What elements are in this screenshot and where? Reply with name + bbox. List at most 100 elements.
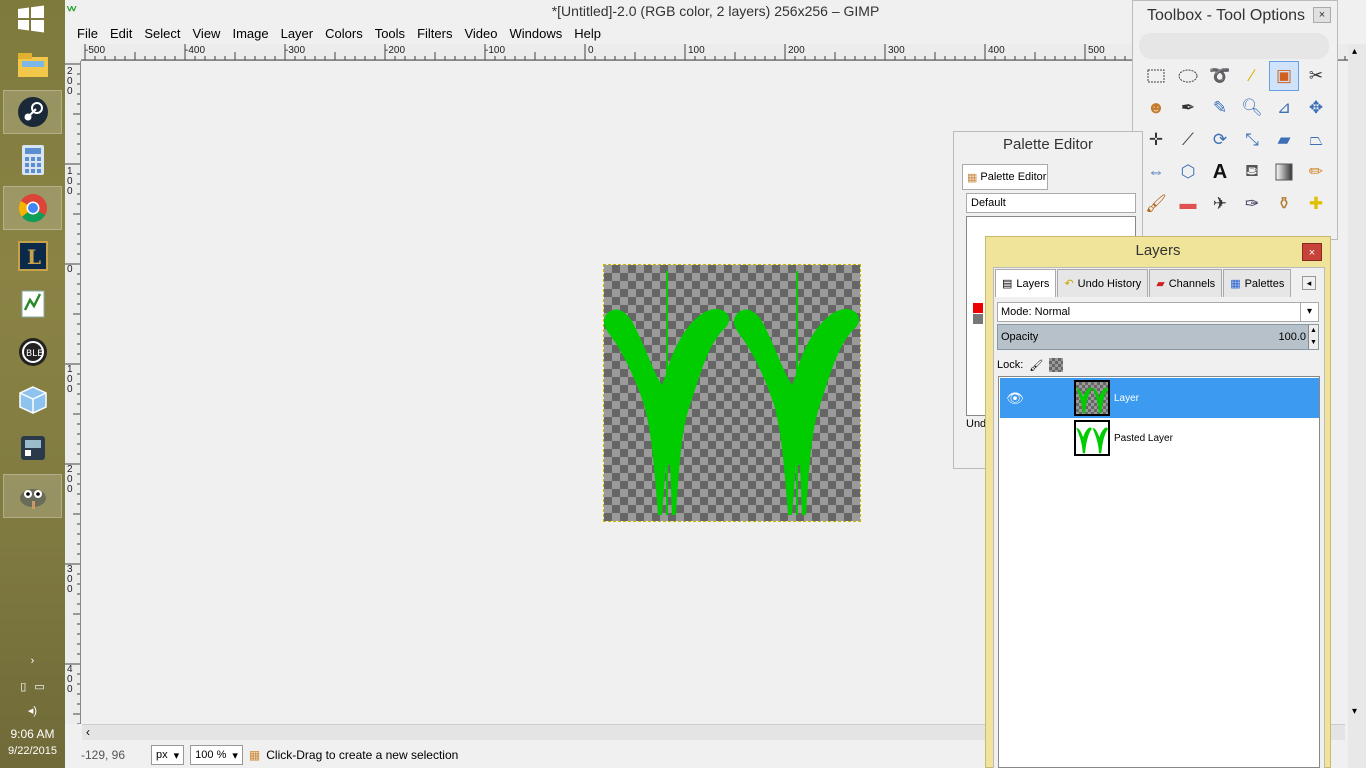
measure-tool-icon[interactable]: ⊿ <box>1269 93 1299 123</box>
layer-row[interactable]: Pasted Layer <box>1000 418 1319 458</box>
eraser-tool-icon[interactable]: ▬ <box>1173 189 1203 219</box>
gimp-icon <box>19 489 46 509</box>
menu-video[interactable]: Video <box>458 24 503 44</box>
layers-dock: ▤ Layers ↶ Undo History ▰ Channels ▦ Pal… <box>993 267 1325 768</box>
tab-layers[interactable]: ▤ Layers <box>995 269 1057 297</box>
palette-name-field[interactable]: Default <box>966 193 1136 213</box>
palette-swatch-gray[interactable] <box>973 314 983 324</box>
tray-expand[interactable]: › <box>0 655 65 667</box>
move-tool-icon[interactable]: ✥ <box>1301 93 1331 123</box>
align-tool-icon[interactable]: ✛ <box>1141 125 1171 155</box>
taskbar-gimp[interactable] <box>3 474 62 518</box>
paintbrush-tool-icon[interactable]: 🖌︎ <box>1141 189 1171 219</box>
dock-scrollbar[interactable]: ▴ ▾ <box>1348 44 1366 768</box>
clone-tool-icon[interactable]: ⚱ <box>1269 189 1299 219</box>
menu-help[interactable]: Help <box>568 24 607 44</box>
eye-hidden-icon[interactable] <box>1002 425 1028 451</box>
rect-select-tool-icon[interactable] <box>1141 61 1171 91</box>
palette-editor-tab[interactable]: ▦ Palette Editor <box>962 164 1048 190</box>
ruler-label: 0 <box>588 45 594 56</box>
lock-alpha-icon[interactable] <box>1049 358 1064 372</box>
flip-tool-icon[interactable]: ⇔ <box>1141 157 1171 187</box>
rotate-tool-icon[interactable]: ⟳ <box>1205 125 1235 155</box>
tab-undo-history[interactable]: ↶ Undo History <box>1057 269 1149 297</box>
box-icon <box>18 386 47 414</box>
select-by-color-tool-icon[interactable]: ▣ <box>1269 61 1299 91</box>
text-tool-icon[interactable]: A <box>1205 157 1235 187</box>
tab-palettes[interactable]: ▦ Palettes <box>1223 269 1292 297</box>
taskbar-league[interactable]: L <box>3 234 62 278</box>
lasso-tool-icon[interactable]: ➰ <box>1205 61 1235 91</box>
paths-tool-icon[interactable]: ✒ <box>1173 93 1203 123</box>
airbrush-tool-icon[interactable]: ✈ <box>1205 189 1235 219</box>
speaker-icon[interactable]: ◂) <box>28 704 37 717</box>
taskbar-steam[interactable] <box>3 90 62 134</box>
chevron-down-icon[interactable]: ▾ <box>1352 706 1357 717</box>
image-canvas[interactable] <box>603 264 861 522</box>
menu-edit[interactable]: Edit <box>104 24 138 44</box>
zoom-select[interactable]: 100 % ▾ <box>190 745 243 765</box>
ink-tool-icon[interactable]: ✑ <box>1237 189 1267 219</box>
menu-select[interactable]: Select <box>138 24 186 44</box>
heal-tool-icon[interactable]: ✚ <box>1301 189 1331 219</box>
taskbar-media[interactable]: BLE <box>3 330 62 374</box>
chevron-left-icon[interactable]: ‹ <box>86 725 90 739</box>
taskbar-app[interactable] <box>3 426 62 470</box>
toolbox-close-button[interactable]: × <box>1313 7 1331 23</box>
wilber-drop-area[interactable] <box>1139 33 1329 59</box>
menu-view[interactable]: View <box>187 24 227 44</box>
zoom-value: 100 % <box>195 749 227 761</box>
vertical-ruler[interactable]: 200 100 0 100 200 300 400 <box>65 61 81 724</box>
ellipse-select-tool-icon[interactable] <box>1173 61 1203 91</box>
foreground-select-tool-icon[interactable]: ☻ <box>1141 93 1171 123</box>
chevron-up-icon[interactable]: ▴ <box>1352 46 1357 57</box>
menu-tools[interactable]: Tools <box>369 24 411 44</box>
layer-row[interactable]: 👁︎ Layer <box>1000 378 1319 418</box>
layers-close-button[interactable]: × <box>1302 243 1322 261</box>
menu-layer[interactable]: Layer <box>275 24 320 44</box>
scissors-tool-icon[interactable]: ✂ <box>1301 61 1331 91</box>
chevron-right-icon[interactable]: › <box>31 655 35 667</box>
chevron-down-icon[interactable]: ▾ <box>1300 303 1318 321</box>
unit-select[interactable]: px ▾ <box>151 745 185 765</box>
menu-windows[interactable]: Windows <box>503 24 568 44</box>
menu-colors[interactable]: Colors <box>319 24 369 44</box>
fuzzy-select-tool-icon[interactable]: ⁄ <box>1237 61 1267 91</box>
taskbar-box[interactable] <box>3 378 62 422</box>
blend-tool-icon[interactable] <box>1269 157 1299 187</box>
lock-pixels-icon[interactable]: 🖌︎ <box>1029 359 1043 372</box>
layer-name[interactable]: Layer <box>1114 393 1139 404</box>
network-icon[interactable]: ▭ <box>34 680 44 693</box>
opacity-spinner[interactable]: ▲ ▼ <box>1308 325 1318 349</box>
clock-time[interactable]: 9:06 AM <box>0 727 65 741</box>
status-message: Click-Drag to create a new selection <box>266 748 459 762</box>
opacity-value[interactable]: 100.0 <box>1278 331 1306 343</box>
start-button[interactable] <box>16 4 46 34</box>
taskbar-calculator[interactable] <box>3 138 62 182</box>
cage-tool-icon[interactable]: ⬡ <box>1173 157 1203 187</box>
palette-swatch-red[interactable] <box>973 303 983 313</box>
pencil-tool-icon[interactable]: ✏ <box>1301 157 1331 187</box>
menu-filters[interactable]: Filters <box>411 24 458 44</box>
layer-name[interactable]: Pasted Layer <box>1114 433 1173 444</box>
tab-channels[interactable]: ▰ Channels <box>1149 269 1223 297</box>
notepad-icon <box>21 290 44 318</box>
color-picker-tool-icon[interactable]: ✎ <box>1205 93 1235 123</box>
opacity-slider[interactable]: Opacity 100.0 ▲ ▼ <box>997 324 1319 350</box>
shear-tool-icon[interactable]: ▰ <box>1269 125 1299 155</box>
eye-icon[interactable]: 👁︎ <box>1002 385 1028 411</box>
zoom-tool-icon[interactable]: 🔍︎ <box>1237 93 1267 123</box>
taskbar-notepad[interactable] <box>3 282 62 326</box>
menu-file[interactable]: File <box>71 24 104 44</box>
tab-menu-button[interactable]: ◂ <box>1302 276 1316 290</box>
clock-date[interactable]: 9/22/2015 <box>0 745 65 757</box>
taskbar-chrome[interactable] <box>3 186 62 230</box>
mode-select[interactable]: Mode: Normal ▾ <box>997 302 1319 322</box>
menu-image[interactable]: Image <box>226 24 274 44</box>
power-icon[interactable]: ▯ <box>20 680 26 693</box>
scale-tool-icon[interactable]: ⤡ <box>1237 125 1267 155</box>
bucket-fill-tool-icon[interactable]: ⛾ <box>1237 157 1267 187</box>
crop-tool-icon[interactable]: ⟋ <box>1173 125 1203 155</box>
perspective-tool-icon[interactable]: ⏢ <box>1301 125 1331 155</box>
taskbar-file-explorer[interactable] <box>3 42 62 86</box>
